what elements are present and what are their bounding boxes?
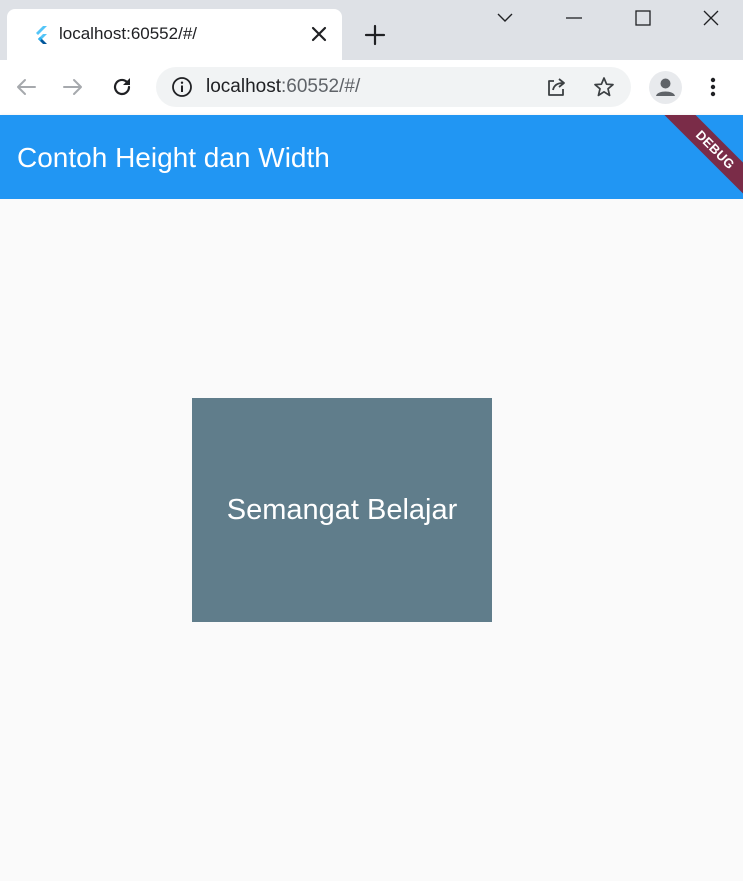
box-label: Semangat Belajar <box>226 493 458 526</box>
back-arrow-icon[interactable] <box>13 74 39 100</box>
tab-title: localhost:60552/#/ <box>59 24 197 43</box>
url-host: localhost <box>206 76 281 97</box>
new-tab-plus-icon[interactable] <box>362 22 388 48</box>
flutter-icon <box>29 23 53 47</box>
window-close-icon[interactable] <box>699 6 723 30</box>
tab-strip: localhost:60552/#/ <box>0 0 743 60</box>
forward-arrow-icon[interactable] <box>60 74 86 100</box>
kebab-menu-icon[interactable] <box>701 74 725 100</box>
browser-toolbar: localhost:60552/#/ <box>0 60 743 116</box>
address-url[interactable]: localhost:60552/#/ <box>206 76 360 98</box>
browser-tab[interactable]: localhost:60552/#/ <box>7 9 342 60</box>
app-body: Semangat Belajar <box>0 199 743 881</box>
maximize-icon[interactable] <box>631 6 655 30</box>
profile-avatar-icon[interactable] <box>649 71 682 104</box>
browser-window: localhost:60552/#/ localhost:60552/#/ Co… <box>0 0 743 881</box>
tab-close-icon[interactable] <box>308 23 330 45</box>
chevron-down-icon[interactable] <box>493 6 517 30</box>
app-bar-title: Contoh Height dan Width <box>17 142 330 173</box>
app-bar: Contoh Height dan Width DEBUG <box>0 115 743 199</box>
bookmark-star-icon[interactable] <box>592 75 616 99</box>
minimize-icon[interactable] <box>562 6 586 30</box>
reload-icon[interactable] <box>109 74 135 100</box>
info-icon[interactable] <box>170 75 194 99</box>
url-path: :60552/#/ <box>281 76 361 97</box>
sized-container-box: Semangat Belajar <box>192 398 492 622</box>
address-bar[interactable]: localhost:60552/#/ <box>156 67 631 107</box>
debug-banner: DEBUG <box>647 115 743 199</box>
share-icon[interactable] <box>544 75 568 99</box>
